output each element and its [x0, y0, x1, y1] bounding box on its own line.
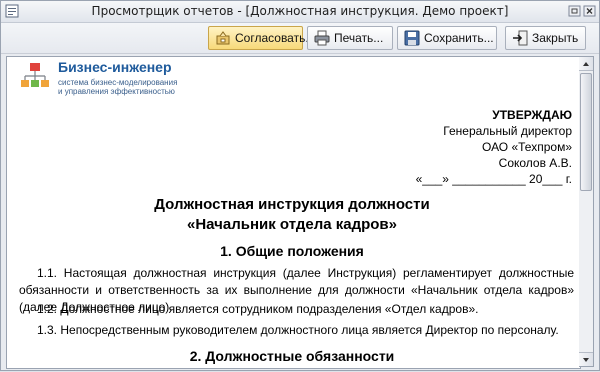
approval-name: Соколов А.В. — [498, 156, 572, 170]
floppy-disk-icon — [404, 30, 420, 46]
section-heading: 2. Должностные обязанности — [189, 348, 395, 364]
approve-button[interactable]: Согласовать... — [208, 26, 315, 50]
save-button-label: Сохранить... — [424, 31, 494, 45]
close-button-label: Закрыть — [532, 31, 579, 45]
document-title-line: Должностная инструкция должности — [154, 196, 430, 213]
exit-icon — [513, 30, 528, 46]
brand-tagline: система бизнес-моделирования и управлени… — [58, 78, 218, 96]
window-title: Просмотрщик отчетов - [Должностная инстр… — [91, 4, 509, 18]
document-title-line: «Начальник отдела кадров» — [187, 216, 397, 233]
document-title: Должностная инструкция должности «Началь… — [7, 195, 577, 235]
close-window-icon[interactable] — [583, 5, 596, 17]
paragraph-1-2: 1.2. Должностное лицо является сотрудник… — [37, 302, 479, 316]
brand-name: Бизнес-инженер — [58, 59, 172, 75]
section-heading: 1. Общие положения — [220, 243, 364, 259]
approve-icon — [216, 31, 230, 45]
approve-button-label: Согласовать... — [235, 31, 316, 45]
toolbar: Согласовать... Печать... Сохранить... За… — [1, 23, 599, 54]
paragraph-1-3: 1.3. Непосредственным руководителем долж… — [37, 323, 559, 337]
scroll-down-button[interactable] — [579, 352, 593, 366]
print-button-label: Печать... — [334, 31, 384, 45]
business-engineer-logo-icon — [21, 63, 49, 87]
report-viewer-window: Просмотрщик отчетов - [Должностная инстр… — [0, 0, 600, 371]
close-button[interactable]: Закрыть — [505, 26, 586, 50]
restore-icon[interactable] — [568, 5, 581, 17]
approval-position: Генеральный директор — [443, 124, 572, 138]
report-document: Бизнес-инженер система бизнес-моделирова… — [6, 56, 581, 369]
save-button[interactable]: Сохранить... — [397, 26, 497, 50]
approval-date: «___» ___________ 20___ г. — [415, 172, 572, 186]
vertical-scrollbar[interactable] — [579, 56, 594, 367]
approval-block: УТВЕРЖДАЮ Генеральный директор ОАО «Техп… — [416, 107, 572, 187]
scroll-up-button[interactable] — [579, 57, 593, 71]
print-button[interactable]: Печать... — [307, 26, 393, 50]
arrow-up-icon — [583, 62, 589, 66]
printer-icon — [314, 30, 330, 46]
tagline-line: система бизнес-моделирования — [58, 78, 178, 87]
arrow-down-icon — [583, 358, 589, 362]
approval-company: ОАО «Техпром» — [482, 140, 572, 154]
tagline-line: и управления эффективностью — [58, 87, 175, 96]
title-bar: Просмотрщик отчетов - [Должностная инстр… — [1, 1, 599, 23]
approval-heading: УТВЕРЖДАЮ — [492, 108, 572, 122]
scrollbar-thumb[interactable] — [580, 73, 592, 191]
